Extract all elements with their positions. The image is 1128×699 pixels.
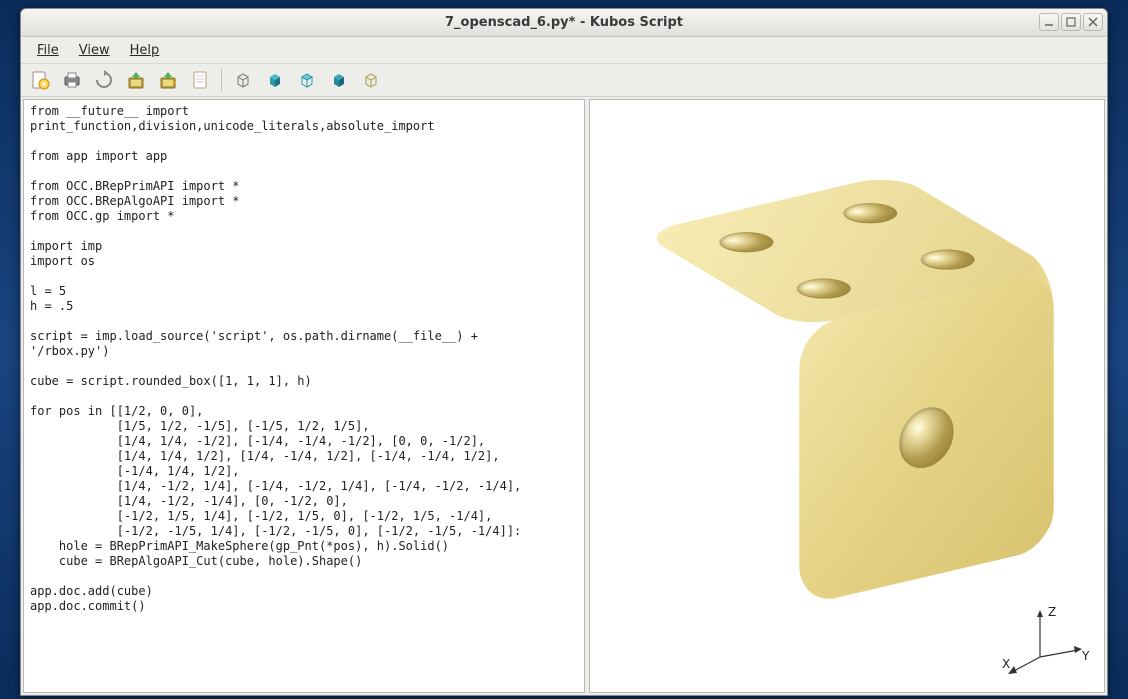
new-file-button[interactable] <box>27 67 53 93</box>
content-area: from __future__ import print_function,di… <box>21 97 1107 695</box>
axis-triad: Z Y X <box>1000 602 1090 682</box>
app-window: 7_openscad_6.py* - Kubos Script File Vie… <box>20 8 1108 696</box>
page-icon <box>190 70 210 90</box>
axis-z-label: Z <box>1048 605 1056 619</box>
axis-x-label: X <box>1002 657 1010 671</box>
menu-file[interactable]: File <box>29 40 67 61</box>
menu-view[interactable]: View <box>71 40 118 61</box>
maximize-button[interactable] <box>1061 13 1081 31</box>
menu-help[interactable]: Help <box>122 40 168 61</box>
close-button[interactable] <box>1083 13 1103 31</box>
cube-solid-icon <box>265 70 285 90</box>
pip <box>709 228 783 256</box>
cube-bbox-icon <box>361 70 381 90</box>
reload-button[interactable] <box>91 67 117 93</box>
page-button[interactable] <box>187 67 213 93</box>
minimize-button[interactable] <box>1039 13 1059 31</box>
cube-shaded-icon <box>329 70 349 90</box>
dice-model <box>720 221 974 559</box>
viewport-3d[interactable]: Z Y X <box>589 99 1105 693</box>
cube-hidden-icon <box>297 70 317 90</box>
titlebar[interactable]: 7_openscad_6.py* - Kubos Script <box>21 9 1107 37</box>
pip <box>910 246 984 274</box>
cube-wireframe-icon <box>233 70 253 90</box>
save-button[interactable] <box>123 67 149 93</box>
save-as-icon <box>158 70 178 90</box>
print-button[interactable] <box>59 67 85 93</box>
code-editor[interactable]: from __future__ import print_function,di… <box>23 99 585 693</box>
view-solid-button[interactable] <box>262 67 288 93</box>
view-wireframe-button[interactable] <box>230 67 256 93</box>
view-bbox-button[interactable] <box>358 67 384 93</box>
window-controls <box>1039 13 1103 31</box>
new-file-icon <box>30 70 50 90</box>
toolbar <box>21 63 1107 97</box>
pip <box>899 402 953 474</box>
reload-icon <box>94 70 114 90</box>
save-icon <box>126 70 146 90</box>
pip <box>787 275 861 303</box>
menubar: File View Help <box>21 37 1107 63</box>
axis-y-label: Y <box>1081 649 1090 663</box>
save-as-button[interactable] <box>155 67 181 93</box>
dice-face-front <box>799 269 1053 607</box>
print-icon <box>62 70 82 90</box>
view-hidden-button[interactable] <box>294 67 320 93</box>
toolbar-separator <box>221 69 222 91</box>
window-title: 7_openscad_6.py* - Kubos Script <box>445 15 683 30</box>
pip <box>833 199 907 227</box>
view-shaded-button[interactable] <box>326 67 352 93</box>
